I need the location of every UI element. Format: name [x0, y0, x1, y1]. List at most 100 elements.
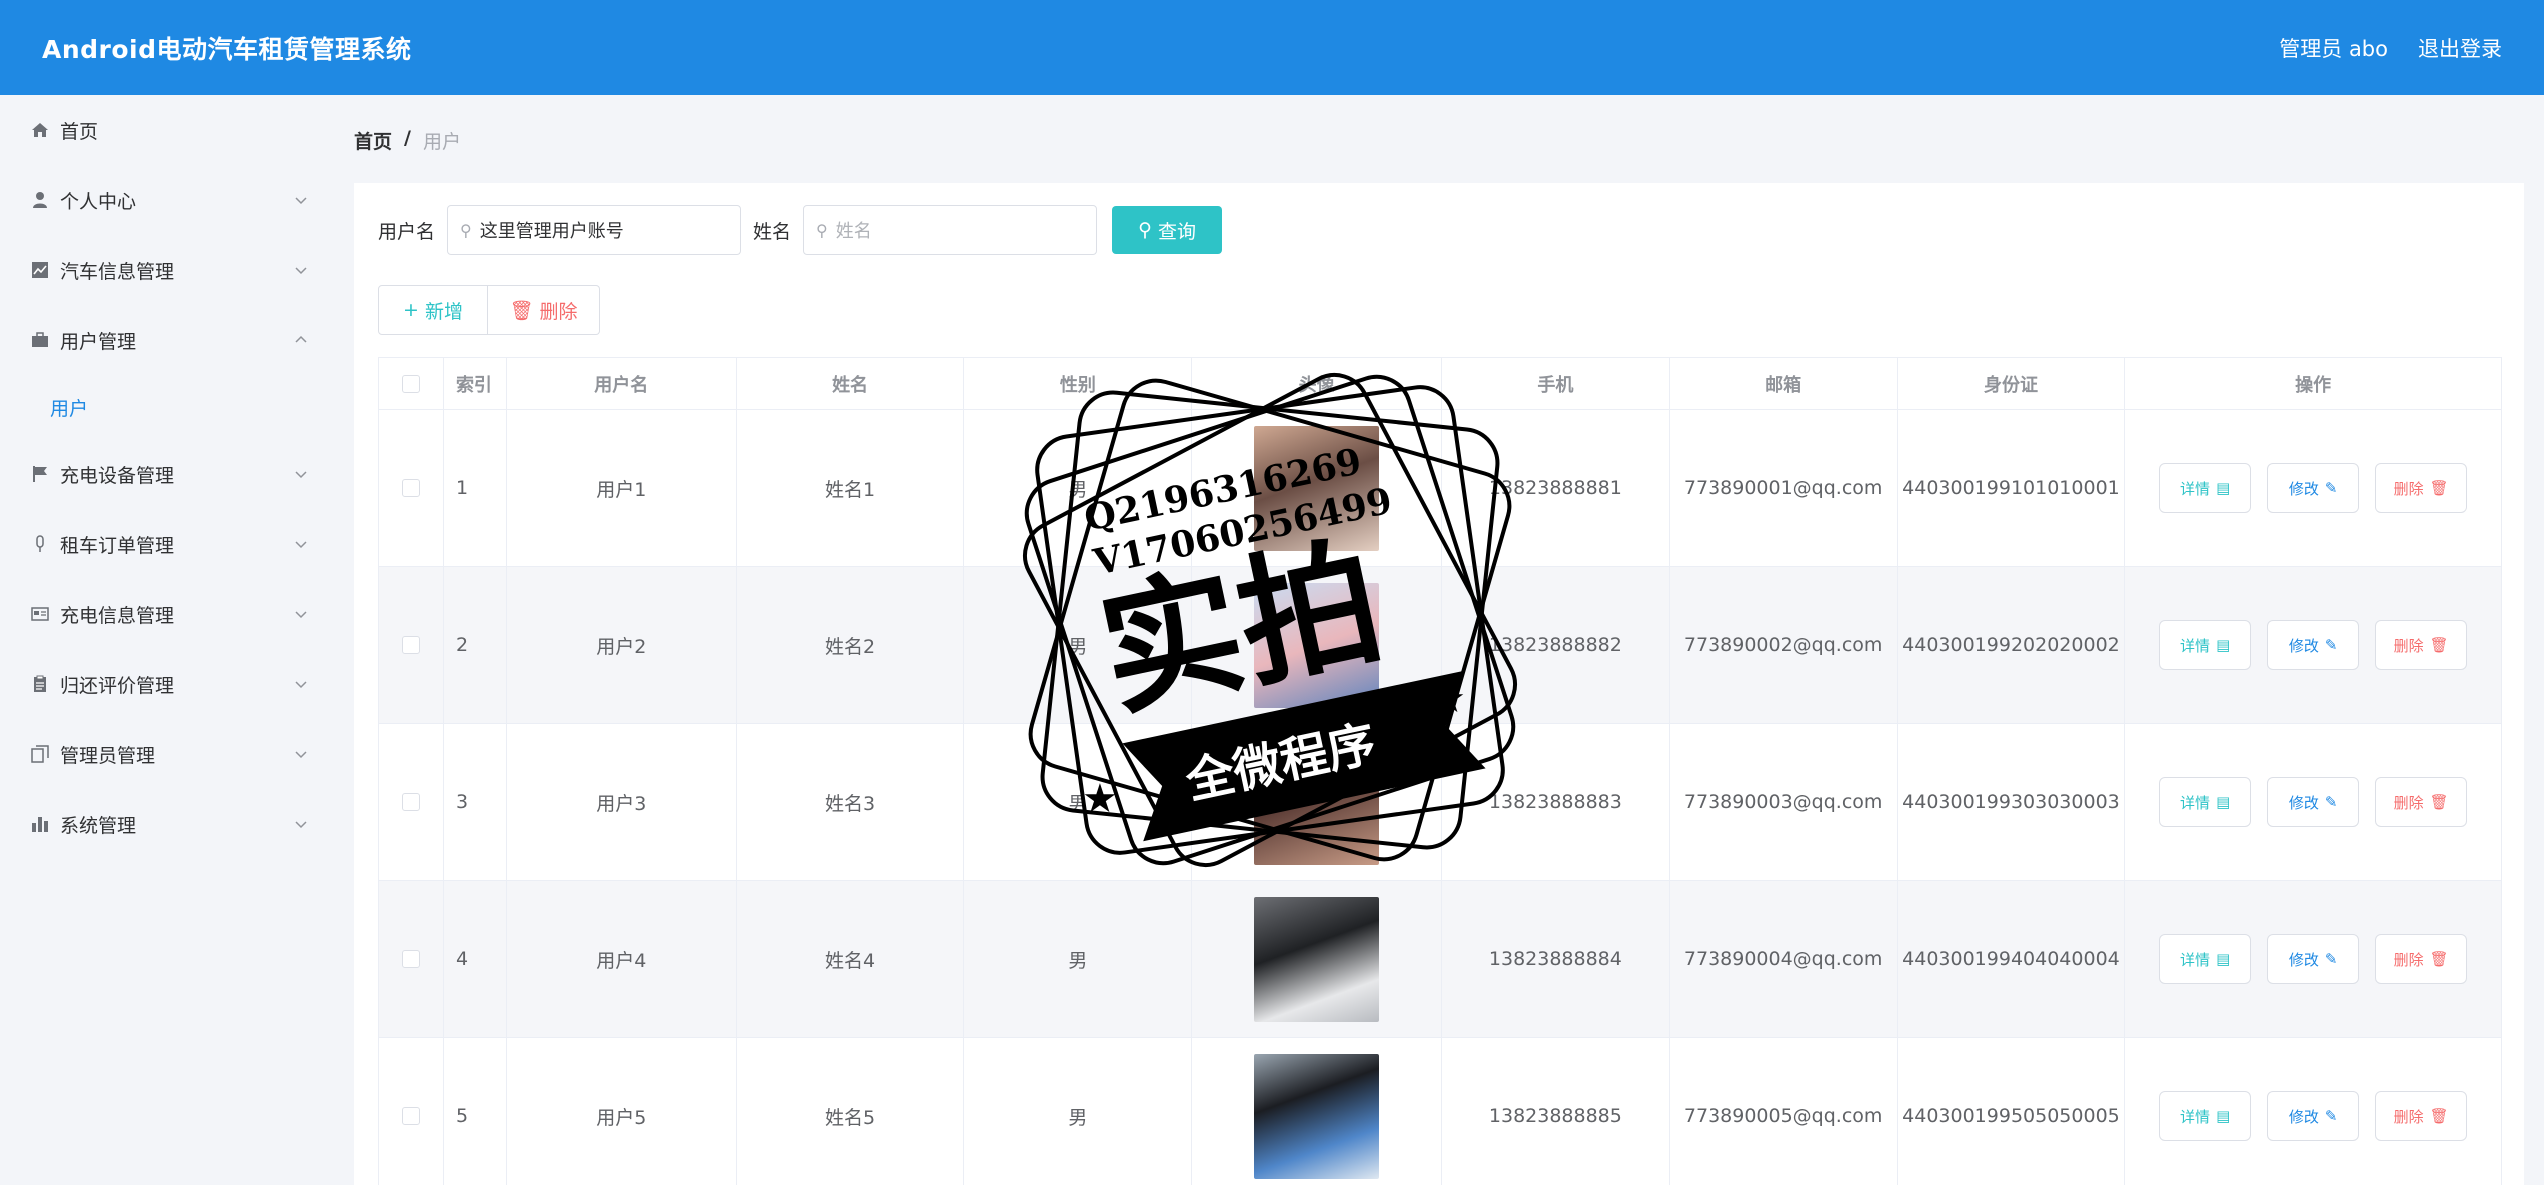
chevron-down-icon	[295, 471, 307, 479]
edit-button[interactable]: 修改 ✎	[2267, 463, 2360, 513]
logout-button[interactable]: 退出登录	[2418, 33, 2502, 63]
delete-button[interactable]: 删除 🗑	[2375, 934, 2468, 984]
detail-button[interactable]: 详情 ▤	[2159, 777, 2252, 827]
detail-button-label: 详情	[2180, 636, 2211, 655]
sidebar-item-system-management[interactable]: 系统管理	[0, 789, 338, 859]
sidebar-item-label: 汽车信息管理	[60, 260, 175, 283]
row-checkbox-cell	[379, 1038, 444, 1185]
header-email: 邮箱	[1670, 358, 1898, 409]
row-id-card: 440300199303030003	[1898, 724, 2126, 880]
sidebar-item-return-review[interactable]: 归还评价管理	[0, 649, 338, 719]
row-sex: 男	[964, 567, 1193, 723]
row-checkbox-cell	[379, 881, 444, 1037]
row-operations: 详情 ▤ 修改 ✎ 删除 🗑	[2125, 1038, 2501, 1185]
row-avatar-cell	[1192, 567, 1442, 723]
detail-button[interactable]: 详情 ▤	[2159, 1091, 2252, 1141]
breadcrumb-home[interactable]: 首页	[354, 127, 392, 154]
admin-label[interactable]: 管理员 abo	[2279, 33, 2388, 63]
row-index: 2	[444, 567, 507, 723]
sidebar-item-rental-orders[interactable]: 租车订单管理	[0, 509, 338, 579]
header-id-card: 身份证	[1898, 358, 2126, 409]
name-search-input[interactable]: ⚲ 姓名	[803, 205, 1098, 255]
delete-button[interactable]: 删除 🗑	[2375, 777, 2468, 827]
row-phone: 13823888884	[1442, 881, 1670, 1037]
delete-button-label: 删除	[2393, 479, 2424, 498]
row-phone: 13823888885	[1442, 1038, 1670, 1185]
row-avatar-cell	[1192, 724, 1442, 880]
edit-button-label: 修改	[2288, 1107, 2319, 1126]
document-icon: ▤	[2216, 793, 2231, 811]
edit-button[interactable]: 修改 ✎	[2267, 777, 2360, 827]
briefcase-icon	[30, 330, 50, 350]
header-avatar: 头像	[1192, 358, 1442, 409]
sidebar-item-admin-management[interactable]: 管理员管理	[0, 719, 338, 789]
delete-button-label: 删除	[539, 300, 578, 323]
pencil-icon: ✎	[2324, 793, 2338, 811]
header-index: 索引	[444, 358, 507, 409]
row-checkbox[interactable]	[401, 950, 420, 968]
detail-button[interactable]: 详情 ▤	[2159, 620, 2252, 670]
username-search-value: 这里管理用户账号	[479, 221, 624, 242]
row-id-card: 440300199404040004	[1898, 881, 2126, 1037]
row-operations: 详情 ▤ 修改 ✎ 删除 🗑	[2125, 881, 2501, 1037]
batch-delete-button[interactable]: 🗑 删除	[488, 285, 600, 335]
trash-icon: 🗑	[2429, 793, 2449, 811]
delete-button-label: 删除	[2393, 636, 2424, 655]
row-name: 姓名4	[737, 881, 965, 1037]
breadcrumb-separator: /	[404, 127, 411, 149]
row-operations: 详情 ▤ 修改 ✎ 删除 🗑	[2125, 567, 2501, 723]
top-header: Android电动汽车租赁管理系统 管理员 abo 退出登录	[0, 0, 2544, 95]
user-icon	[30, 190, 50, 210]
delete-button-label: 删除	[2393, 1107, 2424, 1126]
sidebar-item-user-management[interactable]: 用户管理	[0, 305, 338, 375]
detail-button-label: 详情	[2180, 1107, 2211, 1126]
delete-button[interactable]: 删除 🗑	[2375, 620, 2468, 670]
username-search-input[interactable]: ⚲ 这里管理用户账号	[447, 205, 742, 255]
trash-icon: 🗑	[509, 299, 534, 322]
edit-button[interactable]: 修改 ✎	[2267, 1091, 2360, 1141]
sidebar: 首页 个人中心 汽车信息管理 用户管理 用户 充电设备管理 租车订单管理 充电信…	[0, 95, 338, 1185]
query-button[interactable]: ⚲ 查询	[1112, 206, 1223, 254]
edit-button[interactable]: 修改 ✎	[2267, 620, 2360, 670]
table-header-row: 索引 用户名 姓名 性别 头像 手机 邮箱 身份证 操作	[379, 358, 2501, 410]
chevron-down-icon	[295, 197, 307, 205]
detail-button[interactable]: 详情 ▤	[2159, 934, 2252, 984]
sidebar-item-home[interactable]: 首页	[0, 95, 338, 165]
breadcrumb-current: 用户	[422, 131, 461, 153]
trash-icon: 🗑	[2429, 636, 2449, 654]
edit-button[interactable]: 修改 ✎	[2267, 934, 2360, 984]
action-bar: + 新增 🗑 删除	[378, 285, 600, 335]
content-panel: 用户名 ⚲ 这里管理用户账号 姓名 ⚲ 姓名 ⚲ 查询 + 新增 🗑 删除 索引…	[354, 183, 2524, 1185]
sidebar-item-charging-equipment[interactable]: 充电设备管理	[0, 439, 338, 509]
detail-button[interactable]: 详情 ▤	[2159, 463, 2252, 513]
chevron-up-icon	[295, 335, 307, 343]
avatar	[1254, 739, 1380, 865]
breadcrumb: 首页 / 用户	[354, 127, 461, 154]
edit-button-label: 修改	[2288, 950, 2319, 969]
delete-button[interactable]: 删除 🗑	[2375, 463, 2468, 513]
row-name: 姓名5	[737, 1038, 965, 1185]
row-username: 用户4	[507, 881, 737, 1037]
delete-button[interactable]: 删除 🗑	[2375, 1091, 2468, 1141]
row-email: 773890002@qq.com	[1670, 567, 1898, 723]
row-index: 1	[444, 410, 507, 566]
row-name: 姓名3	[737, 724, 965, 880]
row-checkbox[interactable]	[401, 479, 420, 497]
sidebar-item-car-info[interactable]: 汽车信息管理	[0, 235, 338, 305]
row-checkbox[interactable]	[401, 636, 420, 654]
row-checkbox[interactable]	[401, 793, 420, 811]
sidebar-item-personal-center[interactable]: 个人中心	[0, 165, 338, 235]
select-all-checkbox[interactable]	[401, 374, 420, 393]
document-icon: ▤	[2216, 950, 2231, 968]
add-button[interactable]: + 新增	[378, 285, 488, 335]
name-search-placeholder: 姓名	[835, 221, 872, 242]
sidebar-item-label: 系统管理	[60, 814, 137, 837]
sidebar-subitem-user[interactable]: 用户	[0, 375, 338, 439]
sidebar-item-charging-info[interactable]: 充电信息管理	[0, 579, 338, 649]
chevron-down-icon	[295, 821, 307, 829]
chevron-down-icon	[295, 541, 307, 549]
row-sex: 男	[964, 724, 1193, 880]
copy-icon	[30, 744, 50, 764]
edit-button-label: 修改	[2288, 479, 2319, 498]
row-checkbox[interactable]	[401, 1107, 420, 1125]
